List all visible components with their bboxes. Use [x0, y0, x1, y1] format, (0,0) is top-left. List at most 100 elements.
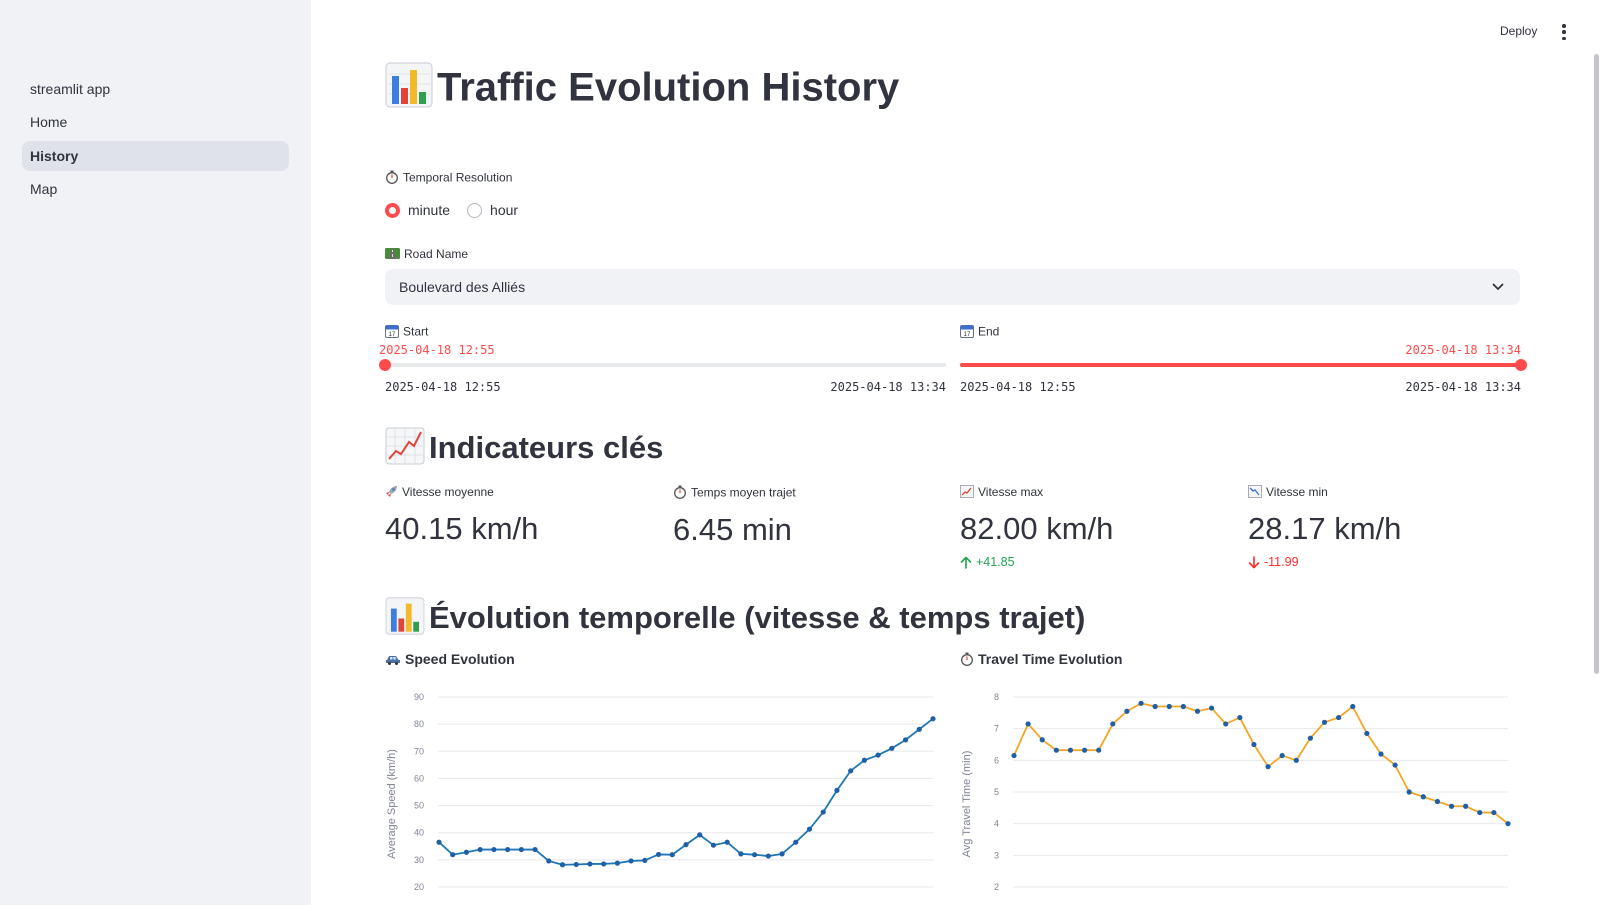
- travel-chart[interactable]: 2 3 4 5 6 7 8 Avg Travel Time (min): [960, 686, 1521, 905]
- travel-data-point[interactable]: [1350, 703, 1356, 710]
- travel-data-point[interactable]: [1463, 803, 1469, 809]
- speed-data-point[interactable]: [765, 853, 771, 859]
- speed-data-point[interactable]: [669, 852, 675, 858]
- radio-minute[interactable]: minute: [385, 202, 450, 218]
- travel-data-point[interactable]: [1265, 764, 1271, 770]
- speed-data-point[interactable]: [642, 857, 648, 863]
- speed-chart[interactable]: 20 30 40 50 60 70 80 90 Average Speed (km/h): [385, 686, 946, 905]
- speed-data-point[interactable]: [697, 832, 703, 838]
- radio-hour-label[interactable]: hour: [490, 202, 518, 218]
- speed-data-point[interactable]: [793, 839, 799, 845]
- speed-data-point[interactable]: [710, 842, 717, 848]
- speed-data-point[interactable]: [930, 716, 936, 722]
- speed-data-point[interactable]: [752, 852, 758, 858]
- speed-data-point[interactable]: [505, 846, 511, 853]
- travel-data-point[interactable]: [1279, 752, 1285, 759]
- speed-data-point[interactable]: [628, 858, 634, 864]
- speed-data-point[interactable]: [436, 839, 442, 845]
- speed-data-point[interactable]: [518, 846, 524, 853]
- travel-data-point[interactable]: [1378, 751, 1384, 757]
- speed-data-point[interactable]: [655, 851, 662, 858]
- svg-text:17: 17: [964, 332, 971, 338]
- speed-data-point[interactable]: [779, 851, 785, 857]
- speed-data-point[interactable]: [477, 846, 483, 853]
- start-slider-thumb[interactable]: [379, 359, 391, 371]
- travel-chart-svg[interactable]: 2 3 4 5 6 7 8 Avg Travel Time (min): [960, 686, 1521, 905]
- arrow-down-icon: [1248, 555, 1260, 568]
- speed-data-point[interactable]: [463, 849, 470, 855]
- radio-minute-indicator[interactable]: [385, 202, 400, 218]
- radio-minute-label[interactable]: minute: [408, 202, 450, 218]
- travel-data-point[interactable]: [1477, 809, 1483, 816]
- end-slider-thumb[interactable]: [1515, 359, 1527, 371]
- travel-data-point[interactable]: [1110, 721, 1116, 727]
- speed-data-point[interactable]: [532, 846, 538, 853]
- travel-data-point[interactable]: [1293, 757, 1299, 763]
- travel-data-point[interactable]: [1251, 741, 1257, 748]
- travel-data-point[interactable]: [1124, 708, 1130, 714]
- speed-data-point[interactable]: [738, 851, 744, 857]
- speed-data-point[interactable]: [834, 787, 840, 793]
- speed-data-point[interactable]: [902, 737, 909, 743]
- travel-data-point[interactable]: [1025, 721, 1031, 727]
- travel-data-point[interactable]: [1336, 714, 1342, 721]
- speed-data-point[interactable]: [806, 826, 813, 832]
- travel-data-point[interactable]: [1420, 794, 1426, 800]
- end-slider[interactable]: 2025-04-18 13:34 2025-04-18 12:55 2025-0…: [960, 341, 1527, 401]
- road-icon: [385, 247, 400, 263]
- travel-data-point[interactable]: [1194, 708, 1201, 714]
- sidebar-item-streamlit-app[interactable]: streamlit app: [22, 74, 289, 104]
- travel-data-point[interactable]: [1152, 703, 1158, 710]
- speed-data-point[interactable]: [848, 768, 854, 774]
- travel-data-point[interactable]: [1011, 752, 1017, 759]
- travel-data-point[interactable]: [1491, 809, 1497, 816]
- travel-data-point[interactable]: [1448, 803, 1455, 809]
- start-slider-track[interactable]: [385, 363, 946, 367]
- speed-data-point[interactable]: [587, 861, 593, 867]
- chevron-down-icon[interactable]: [1492, 269, 1506, 305]
- speed-data-point[interactable]: [546, 858, 552, 864]
- travel-data-point[interactable]: [1237, 714, 1243, 721]
- travel-data-point[interactable]: [1364, 730, 1370, 737]
- kebab-menu-icon[interactable]: [1562, 24, 1566, 40]
- sidebar-item-home[interactable]: Home: [22, 107, 289, 137]
- speed-data-point[interactable]: [573, 861, 579, 868]
- travel-data-point[interactable]: [1096, 747, 1102, 753]
- speed-data-point[interactable]: [601, 861, 607, 867]
- speed-data-point[interactable]: [614, 860, 620, 866]
- travel-data-point[interactable]: [1406, 789, 1412, 795]
- travel-data-point[interactable]: [1307, 735, 1313, 741]
- travel-data-point[interactable]: [1223, 721, 1229, 727]
- travel-data-point[interactable]: [1434, 798, 1441, 805]
- speed-data-point[interactable]: [820, 809, 826, 815]
- speed-data-point[interactable]: [450, 852, 456, 858]
- road-select[interactable]: Boulevard des Alliés: [385, 269, 1520, 305]
- radio-hour-indicator[interactable]: [467, 202, 483, 218]
- speed-data-point[interactable]: [875, 752, 881, 758]
- speed-data-point[interactable]: [683, 842, 689, 848]
- radio-hour[interactable]: hour: [467, 202, 518, 218]
- speed-data-point[interactable]: [916, 726, 922, 732]
- scrollbar[interactable]: [1594, 54, 1599, 674]
- speed-data-point[interactable]: [724, 839, 730, 845]
- travel-data-point[interactable]: [1180, 703, 1186, 710]
- travel-data-point[interactable]: [1209, 705, 1215, 711]
- speed-chart-svg[interactable]: 20 30 40 50 60 70 80 90 Average Speed (km/h): [385, 686, 946, 905]
- travel-data-point[interactable]: [1053, 747, 1059, 753]
- end-slider-track[interactable]: [960, 363, 1521, 367]
- start-slider[interactable]: 2025-04-18 12:55 2025-04-18 12:55 2025-0…: [379, 341, 946, 401]
- speed-data-point[interactable]: [861, 757, 867, 763]
- travel-data-point[interactable]: [1321, 719, 1328, 725]
- travel-data-point[interactable]: [1138, 700, 1144, 706]
- sidebar-item-history[interactable]: History: [22, 140, 289, 171]
- speed-data-point[interactable]: [491, 846, 497, 853]
- speed-data-point[interactable]: [559, 862, 566, 868]
- travel-data-point[interactable]: [1067, 747, 1074, 753]
- travel-data-point[interactable]: [1392, 762, 1398, 768]
- travel-data-point[interactable]: [1081, 747, 1088, 753]
- travel-data-point[interactable]: [1039, 737, 1045, 743]
- travel-data-point[interactable]: [1166, 703, 1172, 710]
- sidebar-item-map[interactable]: Map: [22, 174, 289, 204]
- travel-data-point[interactable]: [1505, 821, 1511, 827]
- speed-data-point[interactable]: [889, 745, 895, 751]
